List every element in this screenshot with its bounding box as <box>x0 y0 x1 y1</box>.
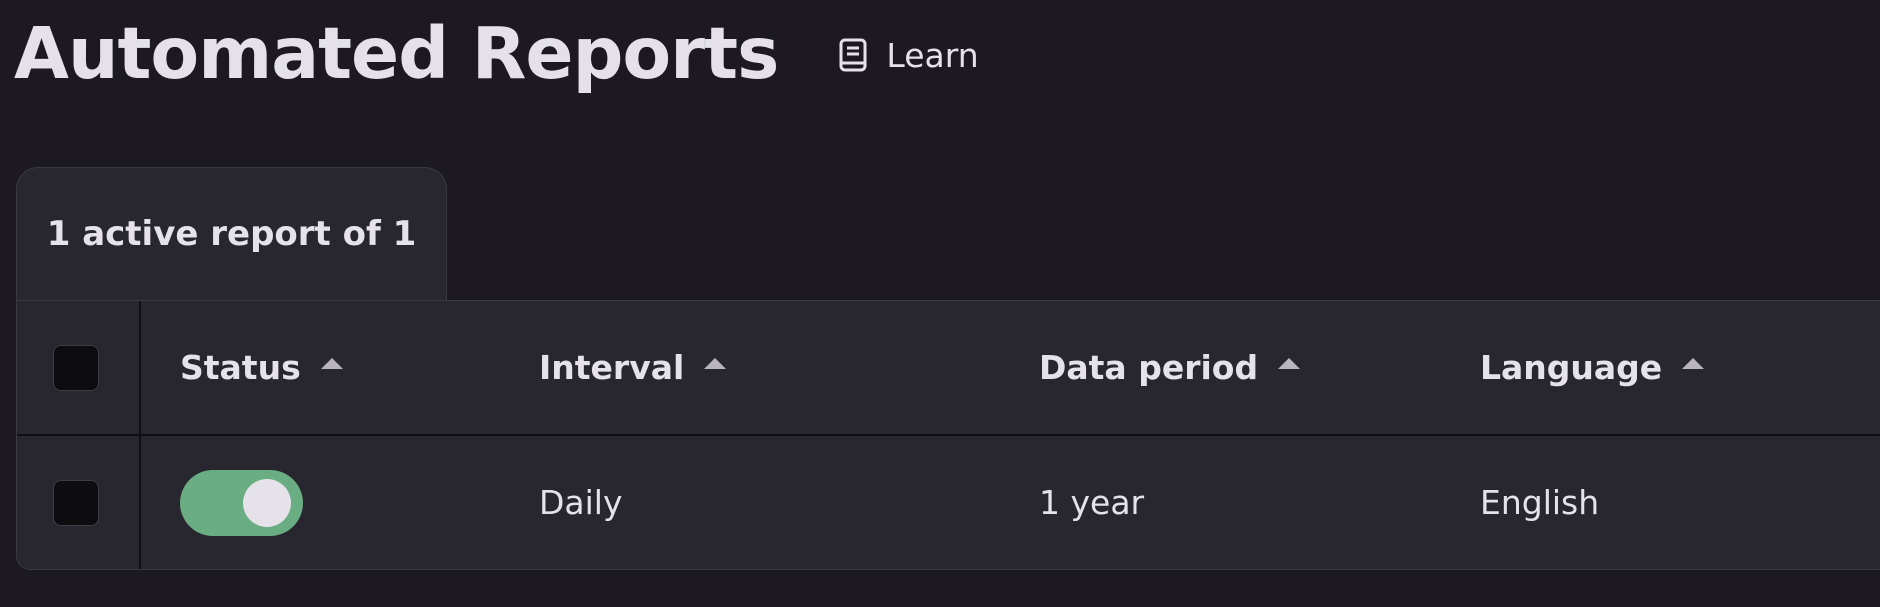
sort-ascending-icon <box>1682 358 1705 369</box>
tab-label: 1 active report of 1 <box>46 214 417 254</box>
column-header-interval[interactable]: Interval <box>539 301 727 434</box>
data-period-cell: 1 year <box>1039 483 1145 522</box>
tab-active-reports[interactable]: 1 active report of 1 <box>16 167 447 300</box>
column-header-data-period[interactable]: Data period <box>1039 301 1301 434</box>
column-header-status[interactable]: Status <box>180 301 343 434</box>
select-all-checkbox[interactable] <box>53 344 99 391</box>
table-header-row: Status Interval Data period Language <box>17 301 1880 436</box>
row-select-cell <box>17 436 141 569</box>
sort-ascending-icon <box>320 358 343 369</box>
sort-ascending-icon <box>1278 358 1301 369</box>
select-all-cell <box>17 301 141 434</box>
column-label: Status <box>180 348 301 387</box>
sort-ascending-icon <box>704 358 727 369</box>
language-cell: English <box>1480 483 1600 522</box>
status-toggle[interactable] <box>180 469 303 536</box>
column-label: Language <box>1480 348 1663 387</box>
page-header: Automated Reports Learn <box>14 8 979 98</box>
row-select-checkbox[interactable] <box>53 479 99 526</box>
column-label: Interval <box>539 348 685 387</box>
toggle-knob <box>243 478 291 527</box>
reports-table: Status Interval Data period Language Dai… <box>16 300 1880 570</box>
page-title: Automated Reports <box>14 11 779 95</box>
column-label: Data period <box>1039 348 1259 387</box>
column-header-language[interactable]: Language <box>1480 301 1705 434</box>
status-cell <box>180 436 303 569</box>
learn-label: Learn <box>886 35 979 75</box>
book-icon <box>839 38 867 72</box>
interval-cell: Daily <box>539 483 623 522</box>
learn-link[interactable]: Learn <box>838 35 979 75</box>
table-row: Daily 1 year English <box>17 436 1880 569</box>
